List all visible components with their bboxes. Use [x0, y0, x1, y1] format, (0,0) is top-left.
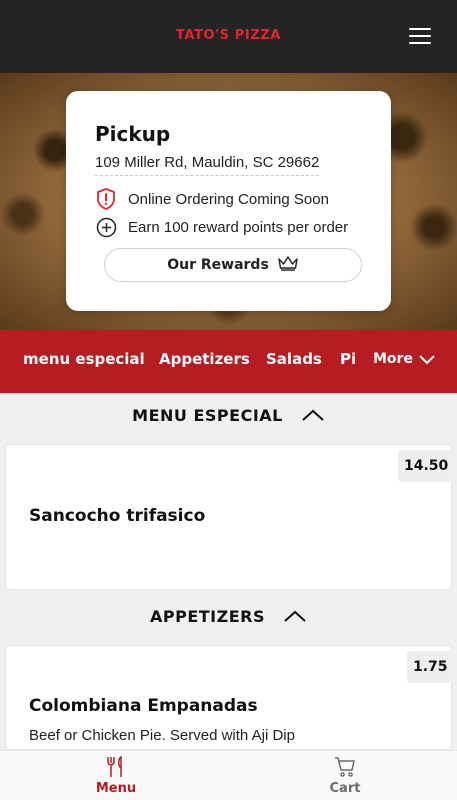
category-menu-especial[interactable]: menu especial — [23, 350, 145, 368]
our-rewards-label: Our Rewards — [167, 257, 269, 273]
crown-icon — [277, 255, 299, 276]
pickup-address[interactable]: 109 Miller Rd, Mauldin, SC 29662 — [95, 154, 320, 176]
reward-points-text: Earn 100 reward points per order — [128, 218, 349, 236]
chevron-down-icon — [418, 353, 436, 365]
online-ordering-notice: Online Ordering Coming Soon — [95, 188, 329, 210]
reward-points-notice: Earn 100 reward points per order — [95, 216, 348, 238]
item-price: 1.75 — [407, 651, 454, 683]
section-title: MENU ESPECIAL — [132, 405, 283, 425]
chevron-up-icon — [283, 609, 307, 623]
fork-knife-icon — [106, 756, 126, 778]
cart-icon — [334, 756, 356, 778]
bottom-nav-bar: Menu Cart — [0, 750, 457, 800]
nav-cart-label: Cart — [329, 781, 361, 796]
menu-item-card[interactable]: 1.75 Colombiana Empanadas Beef or Chicke… — [5, 645, 454, 750]
category-salads[interactable]: Salads — [266, 350, 322, 368]
section-title: APPETIZERS — [149, 606, 265, 626]
pickup-title: Pickup — [95, 122, 171, 146]
online-ordering-text: Online Ordering Coming Soon — [128, 190, 329, 208]
category-pi[interactable]: Pi — [340, 350, 356, 368]
item-price: 14.50 — [398, 450, 455, 482]
section-header-appetizers[interactable]: APPETIZERS — [0, 594, 457, 638]
more-label: More — [373, 351, 413, 367]
top-header: TATO'S PIZZA — [0, 0, 457, 73]
plus-circle-icon — [95, 216, 117, 238]
hamburger-icon[interactable] — [409, 27, 431, 45]
category-appetizers[interactable]: Appetizers — [159, 350, 250, 368]
chevron-up-icon — [301, 408, 325, 422]
more-categories-button[interactable]: More — [373, 351, 436, 367]
nav-menu-tab[interactable]: Menu — [56, 751, 176, 800]
item-name: Colombiana Empanadas — [29, 696, 258, 716]
brand-logo[interactable]: TATO'S PIZZA — [0, 28, 457, 43]
nav-cart-tab[interactable]: Cart — [285, 751, 405, 800]
shield-alert-icon — [95, 188, 117, 210]
nav-menu-label: Menu — [95, 781, 137, 796]
our-rewards-button[interactable]: Our Rewards — [104, 248, 362, 282]
section-header-menu-especial[interactable]: MENU ESPECIAL — [0, 393, 457, 437]
menu-item-card[interactable]: 14.50 Sancocho trifasico — [5, 444, 455, 590]
category-nav-bar: menu especial Appetizers Salads Pi More — [0, 330, 457, 393]
item-description: Beef or Chicken Pie. Served with Aji Dip — [29, 727, 295, 744]
pickup-card: Pickup 109 Miller Rd, Mauldin, SC 29662 … — [66, 91, 391, 311]
item-name: Sancocho trifasico — [29, 506, 206, 526]
